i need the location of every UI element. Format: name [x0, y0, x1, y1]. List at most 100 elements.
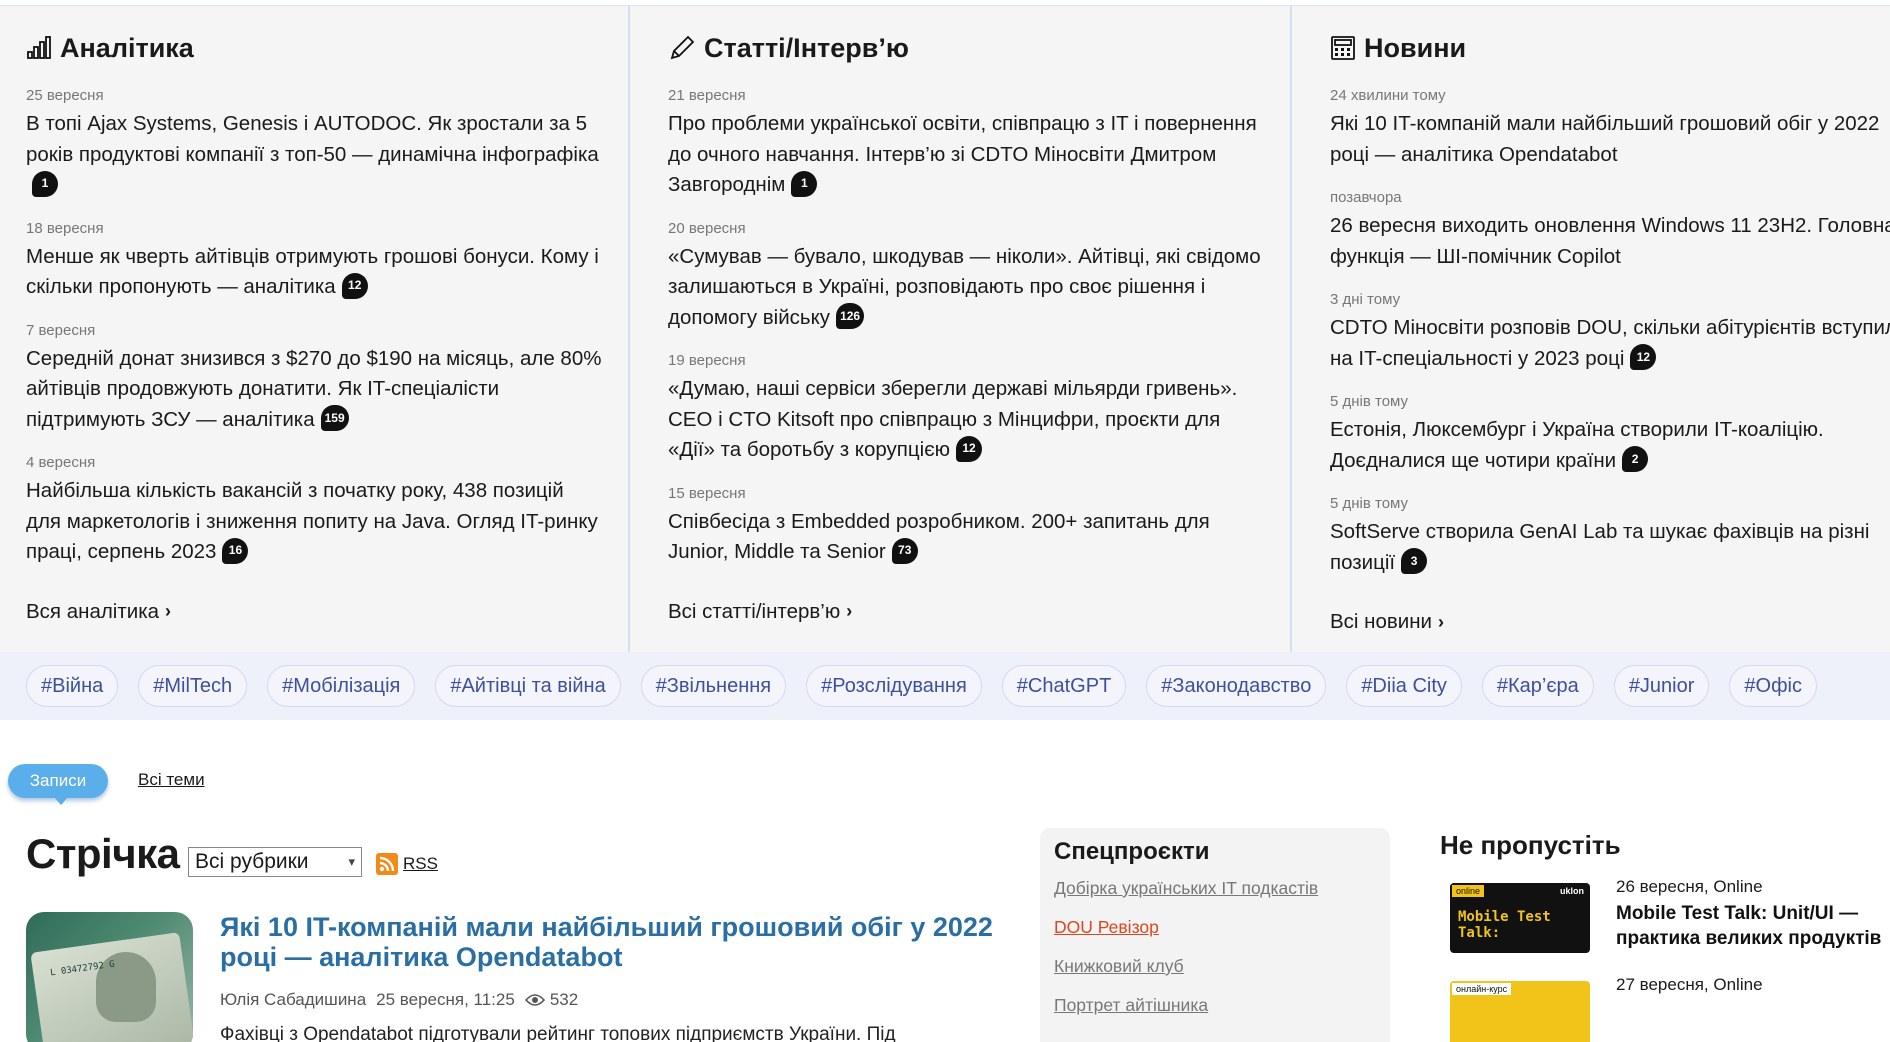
tag-chip[interactable]: #Звільнення [640, 665, 787, 707]
tag-chip[interactable]: #Законодавство [1146, 665, 1327, 707]
tab-all-topics[interactable]: Всі теми [138, 770, 205, 790]
item-title: Які 10 IT-компаній мали найбільший грошо… [1330, 112, 1880, 166]
post-title[interactable]: Які 10 IT-компаній мали найбільший грошо… [220, 912, 1000, 972]
item-link[interactable]: Про проблеми української освіти, співпра… [668, 109, 1264, 201]
list-item: позавчора 26 вересня виходить оновлення W… [1330, 188, 1890, 272]
item-date: 25 вересня [26, 87, 104, 104]
articles-title: Статті/Інтерв’ю [704, 32, 909, 63]
tag-chip[interactable]: #Розслідування [806, 665, 982, 707]
comment-count-badge[interactable]: 2 [1622, 446, 1649, 473]
special-project-link[interactable]: DOU Ревізор [1054, 917, 1376, 938]
dont-miss-title: Не пропустіть [1440, 830, 1621, 860]
item-title: Про проблеми української освіти, співпра… [668, 112, 1257, 196]
special-project-link[interactable]: Портрет айтішника [1054, 995, 1376, 1016]
comment-count-badge[interactable]: 3 [1401, 548, 1428, 575]
item-link[interactable]: «Думаю, наші сервіси зберегли державі мі… [668, 374, 1264, 466]
comment-count-badge[interactable]: 12 [956, 435, 983, 462]
list-item: 5 днів тому Естонія, Люксембург і Україна… [1330, 392, 1864, 476]
tag-chip[interactable]: #Офіс [1729, 665, 1817, 707]
all-analytics-label: Вся аналітика [26, 599, 160, 623]
event-item[interactable]: онлайн-курс 27 вересня, Online [1440, 975, 1890, 1042]
analytics-heading[interactable]: Аналітика [26, 28, 602, 68]
analytics-list: 25 вересня В топі Ajax Systems, Genesis і… [26, 86, 602, 568]
chevron-down-icon: ▾ [348, 854, 355, 869]
item-link[interactable]: Найбільша кількість вакансій з початку р… [26, 476, 602, 568]
comment-count-badge[interactable]: 126 [836, 303, 865, 330]
comment-count-badge[interactable]: 159 [320, 405, 349, 432]
chevron-right-icon: › [846, 601, 853, 621]
rss-icon [376, 853, 398, 875]
item-link[interactable]: «Сумував — бувало, шкодував — ніколи». А… [668, 242, 1264, 334]
tag-chip[interactable]: #Айтівці та війна [435, 665, 621, 707]
post-author[interactable]: Юлія Сабадишина [220, 990, 366, 1010]
comment-count-badge[interactable]: 12 [1630, 344, 1657, 371]
item-link[interactable]: Середній донат знизився з $270 до $190 н… [26, 344, 602, 436]
all-analytics-link[interactable]: Вся аналітика › [26, 600, 171, 624]
item-date: 20 вересня [668, 219, 746, 237]
tab-records[interactable]: Записи [8, 764, 108, 805]
event-banner-brand: uklon [1560, 886, 1584, 896]
tag-chip[interactable]: #MilTech [138, 665, 248, 707]
event-title[interactable]: Mobile Test Talk: Unit/UI — практика вел… [1616, 901, 1890, 951]
item-date: позавчора [1330, 189, 1402, 206]
tag-strip: #Війна #MilTech #Мобілізація #Айтівці та ві… [0, 652, 1890, 720]
event-banner[interactable]: онлайн-курс [1450, 981, 1590, 1042]
list-item: 15 вересня Співбесіда з Embedded розробни… [668, 484, 1264, 568]
event-banner[interactable]: online uklon Mobile Test Talk: [1450, 883, 1590, 953]
comment-count-badge[interactable]: 16 [222, 537, 249, 564]
item-title: 26 вересня виходить оновлення Windows 11… [1330, 214, 1890, 268]
comment-count-badge[interactable]: 1 [32, 170, 58, 197]
comment-count-badge[interactable]: 1 [791, 170, 818, 197]
news-title: Новини [1364, 32, 1467, 63]
calculator-icon [1331, 36, 1355, 60]
item-link[interactable]: В топі Ajax Systems, Genesis і AUTODOC. … [26, 109, 602, 201]
rubric-select[interactable]: Всі рубрики ▾ [188, 847, 362, 877]
post-thumbnail[interactable]: L 03472792 G [26, 912, 193, 1042]
item-title: «Думаю, наші сервіси зберегли державі мі… [668, 377, 1238, 461]
item-date: 4 вересня [26, 454, 96, 471]
feed-title: Стрічка [26, 830, 180, 877]
tag-chip[interactable]: #Війна [26, 665, 119, 707]
special-project-link[interactable]: Книжковий клуб [1054, 956, 1376, 977]
item-date: 18 вересня [26, 219, 104, 237]
list-item: 18 вересня Менше як чверть айтівців отрим… [26, 219, 602, 303]
item-link[interactable]: SoftServe створила GenAI Lab та шукає фа… [1330, 517, 1890, 578]
tag-chip[interactable]: #Junior [1613, 665, 1710, 707]
post-views: 532 [524, 990, 578, 1010]
item-title: Естонія, Люксембург і Україна створили I… [1330, 418, 1824, 472]
special-projects-links: Добірка українських IT подкастів DOU Реві… [1054, 878, 1376, 1016]
tag-chip[interactable]: #Мобілізація [267, 665, 416, 707]
comment-count-badge[interactable]: 73 [891, 537, 918, 564]
tag-chip[interactable]: #Кар’єра [1481, 665, 1594, 707]
comment-count-badge[interactable]: 12 [341, 272, 368, 299]
post-excerpt: Фахівці з Opendatabot підготували рейтин… [220, 1024, 896, 1042]
rss-link[interactable]: RSS [376, 853, 438, 875]
item-link[interactable]: Які 10 IT-компаній мали найбільший грошо… [1330, 109, 1890, 170]
event-banner-badge: онлайн-курс [1452, 983, 1512, 995]
all-news-link[interactable]: Всі новини › [1330, 610, 1444, 634]
item-link[interactable]: CDTO Міносвіти розповів DOU, скільки абі… [1330, 313, 1890, 374]
tag-chip[interactable]: #ChatGPT [1001, 665, 1127, 707]
dont-miss: Не пропустіть online uklon Mobile Test Tal… [1440, 830, 1890, 1042]
rss-label: RSS [403, 854, 438, 873]
list-item: 19 вересня «Думаю, наші сервіси зберегли … [668, 351, 1264, 466]
item-link[interactable]: Естонія, Люксембург і Україна створили I… [1330, 415, 1890, 476]
news-heading[interactable]: Новини [1330, 28, 1864, 68]
chevron-right-icon: › [1438, 611, 1445, 632]
event-item[interactable]: online uklon Mobile Test Talk: 26 вересня, … [1440, 877, 1890, 953]
event-date: 26 вересня, Online [1616, 877, 1763, 896]
all-articles-label: Всі статті/інтерв’ю [668, 599, 841, 623]
event-info: 27 вересня, Online [1616, 975, 1763, 1042]
special-project-link[interactable]: Добірка українських IT подкастів [1054, 878, 1376, 899]
item-link[interactable]: Співбесіда з Embedded розробником. 200+ … [668, 507, 1264, 568]
articles-heading[interactable]: Статті/Інтерв’ю [668, 28, 1264, 68]
analytics-title: Аналітика [60, 32, 194, 63]
item-title: Співбесіда з Embedded розробником. 200+ … [668, 509, 1210, 564]
top-columns: Аналітика 25 вересня В топі Ajax Systems,… [0, 6, 1890, 652]
tag-chip[interactable]: #Diia City [1346, 665, 1462, 707]
item-link[interactable]: 26 вересня виходить оновлення Windows 11… [1330, 211, 1890, 272]
item-link[interactable]: Менше як чверть айтівців отримують грошо… [26, 242, 602, 303]
list-item: 20 вересня «Сумував — бувало, шкодував — … [668, 219, 1264, 334]
all-articles-link[interactable]: Всі статті/інтерв’ю › [668, 600, 852, 624]
item-title: Менше як чверть айтівців отримують грошо… [26, 244, 599, 299]
